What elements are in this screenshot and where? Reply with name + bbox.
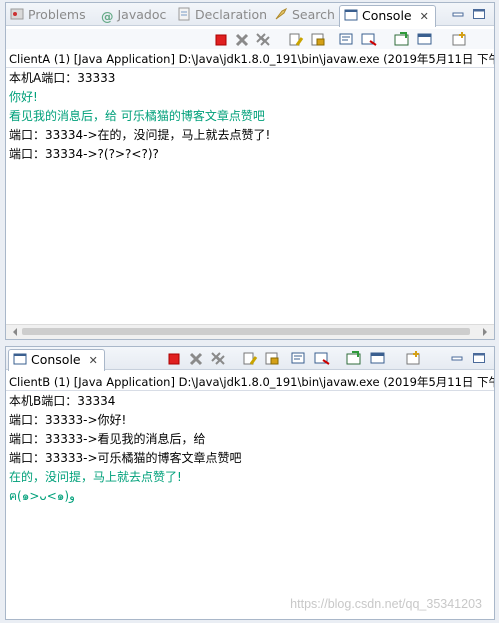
tab-label: Javadoc (117, 7, 167, 22)
minimize-icon[interactable] (451, 8, 465, 20)
console-toolbar (6, 29, 494, 49)
console-line: 端口：33334->?(?>?<?)? (9, 147, 159, 161)
console-output[interactable]: 本机A端口：33333 你好! 看见我的消息后，给 可乐橘猫的博客文章点赞吧 端… (9, 69, 491, 164)
tab-declaration[interactable]: Declaration (177, 5, 267, 25)
scroll-left-icon[interactable] (9, 328, 17, 336)
remove-launch-icon[interactable] (188, 351, 204, 366)
word-wrap-icon[interactable] (291, 351, 307, 366)
show-console-on-output-icon[interactable] (314, 351, 330, 366)
tab-label: Console (362, 8, 412, 23)
console-line-input: 看见我的消息后，给 可乐橘猫的博客文章点赞吧 (9, 109, 265, 123)
console-line: 端口：33333->看见我的消息后，给 (9, 432, 206, 446)
console-view-clientB: Console ✕ ClientB (1) [Java Application] … (5, 346, 495, 620)
remove-launch-icon[interactable] (234, 32, 250, 47)
close-icon[interactable]: ✕ (420, 7, 429, 27)
tab-console[interactable]: Console ✕ (339, 5, 436, 27)
console-line-input: 你好! (9, 90, 38, 104)
close-icon[interactable]: ✕ (89, 351, 98, 371)
console-line: 本机B端口：33334 (9, 394, 116, 408)
scroll-lock-icon[interactable] (264, 351, 280, 366)
word-wrap-icon[interactable] (339, 32, 355, 47)
open-console-icon[interactable] (406, 351, 422, 366)
tab-search[interactable]: Search (274, 5, 335, 25)
maximize-icon[interactable] (472, 8, 486, 20)
console-line: 端口：33333->可乐橘猫的博客文章点赞吧 (9, 451, 242, 465)
declaration-icon (178, 7, 190, 21)
console-line: 端口：33334->在的，没问提，马上就去点赞了! (9, 128, 271, 142)
process-label: ClientA (1) [Java Application] D:\Java\j… (6, 51, 494, 68)
show-console-on-output-icon[interactable] (361, 32, 377, 47)
tab-javadoc[interactable]: @ Javadoc (101, 5, 166, 25)
tab-problems[interactable]: Problems (10, 5, 86, 25)
console-icon (344, 9, 358, 21)
tab-label: Search (292, 7, 335, 22)
process-label: ClientB (1) [Java Application] D:\Java\j… (6, 374, 494, 391)
clear-console-icon[interactable] (288, 32, 304, 47)
scroll-lock-icon[interactable] (310, 32, 326, 47)
view-tab-bar: Console ✕ (6, 347, 494, 371)
display-console-icon[interactable] (370, 351, 386, 366)
watermark: https://blog.csdn.net/qq_35341203 (290, 597, 482, 611)
pin-console-icon[interactable] (346, 351, 362, 366)
horizontal-scrollbar[interactable] (6, 324, 494, 339)
console-line: 端口：33333->你好! (9, 413, 127, 427)
javadoc-icon: @ (101, 9, 114, 24)
console-line-input: ฅ(๑>ᴗ<๑)ﻭ (9, 489, 75, 503)
scroll-right-icon[interactable] (483, 328, 491, 336)
remove-all-terminated-icon[interactable] (255, 32, 271, 47)
console-icon (13, 353, 27, 365)
search-icon (275, 7, 288, 20)
display-console-icon[interactable] (417, 32, 433, 47)
console-view-clientA: Problems @ Javadoc Declaration Search Con… (5, 2, 495, 340)
maximize-icon[interactable] (472, 352, 486, 364)
console-line-input: 在的，没问提，马上就去点赞了! (9, 470, 182, 484)
console-output[interactable]: 本机B端口：33334 端口：33333->你好! 端口：33333->看见我的… (9, 392, 491, 506)
pin-console-icon[interactable] (394, 32, 410, 47)
tab-label: Declaration (195, 7, 268, 22)
minimize-icon[interactable] (450, 352, 464, 364)
tab-label: Problems (28, 7, 86, 22)
tab-label: Console (31, 352, 81, 367)
terminate-icon[interactable] (213, 32, 229, 47)
problems-icon (10, 8, 24, 20)
console-line: 本机A端口：33333 (9, 71, 116, 85)
remove-all-terminated-icon[interactable] (210, 351, 226, 366)
open-console-icon[interactable] (452, 32, 468, 47)
view-tab-bar: Problems @ Javadoc Declaration Search Con… (6, 3, 494, 27)
scroll-thumb[interactable] (22, 328, 470, 335)
terminate-icon[interactable] (166, 351, 182, 366)
clear-console-icon[interactable] (242, 351, 258, 366)
tab-console[interactable]: Console ✕ (8, 349, 105, 371)
